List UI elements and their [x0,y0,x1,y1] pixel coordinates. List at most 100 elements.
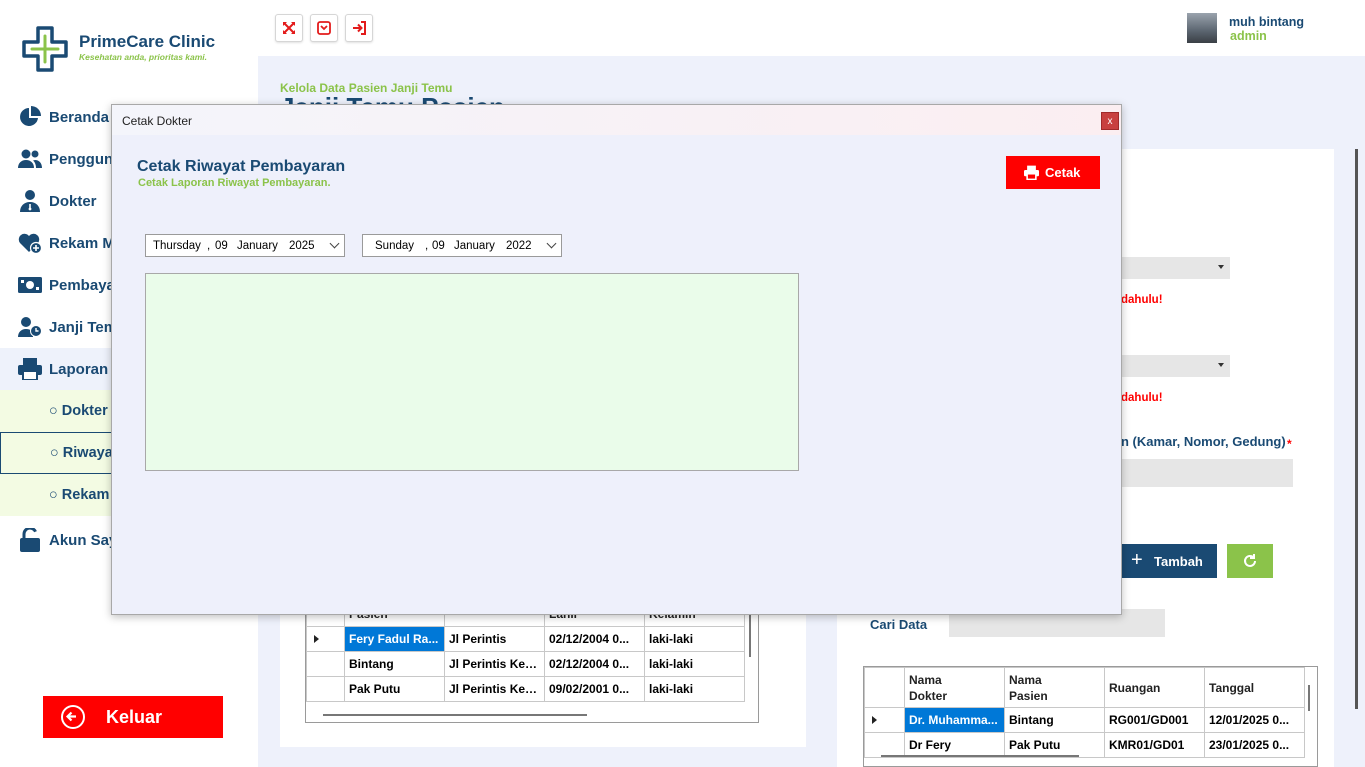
table-cell[interactable]: 02/12/2004 0... [544,651,645,677]
chevron-down-icon [329,238,340,249]
dialog-subheading: Cetak Laporan Riwayat Pembayaran. [138,177,331,189]
table-cell[interactable]: Jl Perintis [444,626,545,652]
table-cell[interactable]: laki-laki [644,676,745,702]
app-tagline: Kesehatan anda, prioritas kami. [79,52,208,62]
fullscreen-button[interactable] [275,14,303,42]
report-preview [145,273,799,471]
date-year: 2022 [506,240,532,252]
printer-icon [1024,165,1039,185]
table-cell[interactable]: Pak Putu [1004,732,1105,758]
table-cell[interactable]: RG001/GD001 [1104,707,1205,733]
table-row[interactable]: Pak Putu Jl Perintis Kem... 09/02/2001 0..… [306,676,745,702]
horizontal-scrollbar[interactable] [881,755,1079,757]
plus-icon: + [1131,549,1143,571]
date-month: January [454,240,495,252]
money-icon [18,273,42,297]
table-cell[interactable]: KMR01/GD01 [1104,732,1205,758]
close-button[interactable]: x [1101,112,1119,130]
logout-button[interactable]: Keluar [43,696,223,738]
table-row[interactable]: Bintang Jl Perintis Kem... 02/12/2004 0...… [306,651,745,677]
refresh-icon [1244,554,1256,567]
date-day: 09 [215,240,228,252]
minimize-icon [317,21,331,35]
heart-plus-icon [18,231,42,255]
user-clock-icon [18,315,42,339]
minimize-button[interactable] [310,14,338,42]
vertical-scrollbar[interactable] [1308,685,1310,711]
table-row[interactable]: Dr Fery Pak Putu KMR01/GD01 23/01/2025 0... [864,732,1305,758]
page-scrollbar[interactable] [1355,149,1358,709]
table-cell[interactable]: Jl Perintis Kem... [444,676,545,702]
table-cell[interactable]: Bintang [344,651,445,677]
column-header[interactable]: Nama Dokter [904,667,1005,708]
column-header[interactable]: Ruangan [1104,667,1205,708]
dialog-titlebar[interactable]: Cetak Dokter x [112,105,1121,135]
chevron-down-icon [1218,363,1224,367]
horizontal-scrollbar[interactable] [323,714,587,716]
warning-text: dahulu! [1121,294,1163,306]
table-cell[interactable]: 23/01/2025 0... [1204,732,1305,758]
add-button[interactable]: + Tambah [1120,544,1217,578]
patient-combobox[interactable] [1121,355,1230,377]
date-to-picker[interactable]: Sunday , 09 January 2022 [362,234,562,257]
row-header-cell[interactable] [864,707,905,733]
table-cell[interactable]: laki-laki [644,651,745,677]
row-header-cell [864,667,905,708]
sidebar-item-label: Janji Tem [49,318,118,336]
required-mark: * [1287,437,1292,451]
current-row-icon [872,716,877,724]
room-label: n (Kamar, Nomor, Gedung) [1121,434,1285,449]
row-header-cell[interactable] [864,732,905,758]
sidebar-subitem-label: ○ Dokter [49,403,108,419]
column-header[interactable]: Tanggal [1204,667,1305,708]
sidebar-item-label: Beranda [49,108,110,126]
medical-cross-icon [22,26,68,72]
print-button-label: Cetak [1045,165,1081,180]
sidebar-item-label: Penggun [49,150,114,168]
table-cell[interactable]: 12/01/2025 0... [1204,707,1305,733]
table-cell[interactable]: Dr Fery [904,732,1005,758]
print-dialog: Cetak Dokter x Cetak Riwayat Pembayaran … [111,104,1122,615]
doctor-icon [18,189,42,213]
doctor-combobox[interactable] [1121,257,1230,279]
print-button[interactable]: Cetak [1006,156,1100,189]
row-header-cell[interactable] [306,626,345,652]
current-row-icon [314,635,319,643]
date-from-picker[interactable]: Thursday , 09 January 2025 [145,234,345,257]
users-icon [18,147,42,171]
refresh-button[interactable] [1227,544,1273,578]
table-row[interactable]: Dr. Muhamma... Bintang RG001/GD001 12/01/20… [864,707,1305,733]
user-role: admin [1230,29,1267,43]
table-cell[interactable]: Dr. Muhamma... [904,707,1005,733]
sidebar-subitem-label: ○ Riwayat [50,445,118,461]
pie-chart-icon [18,105,42,129]
avatar[interactable] [1187,13,1217,43]
column-header[interactable]: Nama Pasien [1004,667,1105,708]
table-row[interactable]: Fery Fadul Ra... Jl Perintis 02/12/2004 0.… [306,626,745,652]
appointment-table[interactable]: Nama Dokter Nama Pasien Ruangan Tanggal … [863,666,1318,767]
exit-button[interactable] [345,14,373,42]
patient-table[interactable]: Pasien Lahir Kelamin Fery Fadul Ra...Jl … [305,600,759,723]
table-cell[interactable]: 02/12/2004 0... [544,626,645,652]
sidebar-item-label: Dokter [49,192,97,210]
logout-label: Keluar [106,706,163,727]
dialog-heading: Cetak Riwayat Pembayaran [137,158,346,175]
close-icon: x [1107,115,1113,127]
date-month: January [237,240,278,252]
sidebar-subitem-label: ○ Rekam [49,487,110,503]
sidebar-item-label: Pembaya [49,276,115,294]
table-cell[interactable]: Fery Fadul Ra... [344,626,445,652]
date-separator: , [207,240,211,252]
date-separator: , [425,240,429,252]
date-day-name: Thursday [153,240,201,252]
expand-icon [283,22,295,34]
row-header-cell[interactable] [306,651,345,677]
row-header-cell[interactable] [306,676,345,702]
sidebar-item-label: Laporan [49,360,109,378]
table-cell[interactable]: 09/02/2001 0... [544,676,645,702]
table-cell[interactable]: Jl Perintis Kem... [444,651,545,677]
table-cell[interactable]: Bintang [1004,707,1105,733]
table-cell[interactable]: Pak Putu [344,676,445,702]
room-input[interactable] [1121,459,1293,487]
table-cell[interactable]: laki-laki [644,626,745,652]
